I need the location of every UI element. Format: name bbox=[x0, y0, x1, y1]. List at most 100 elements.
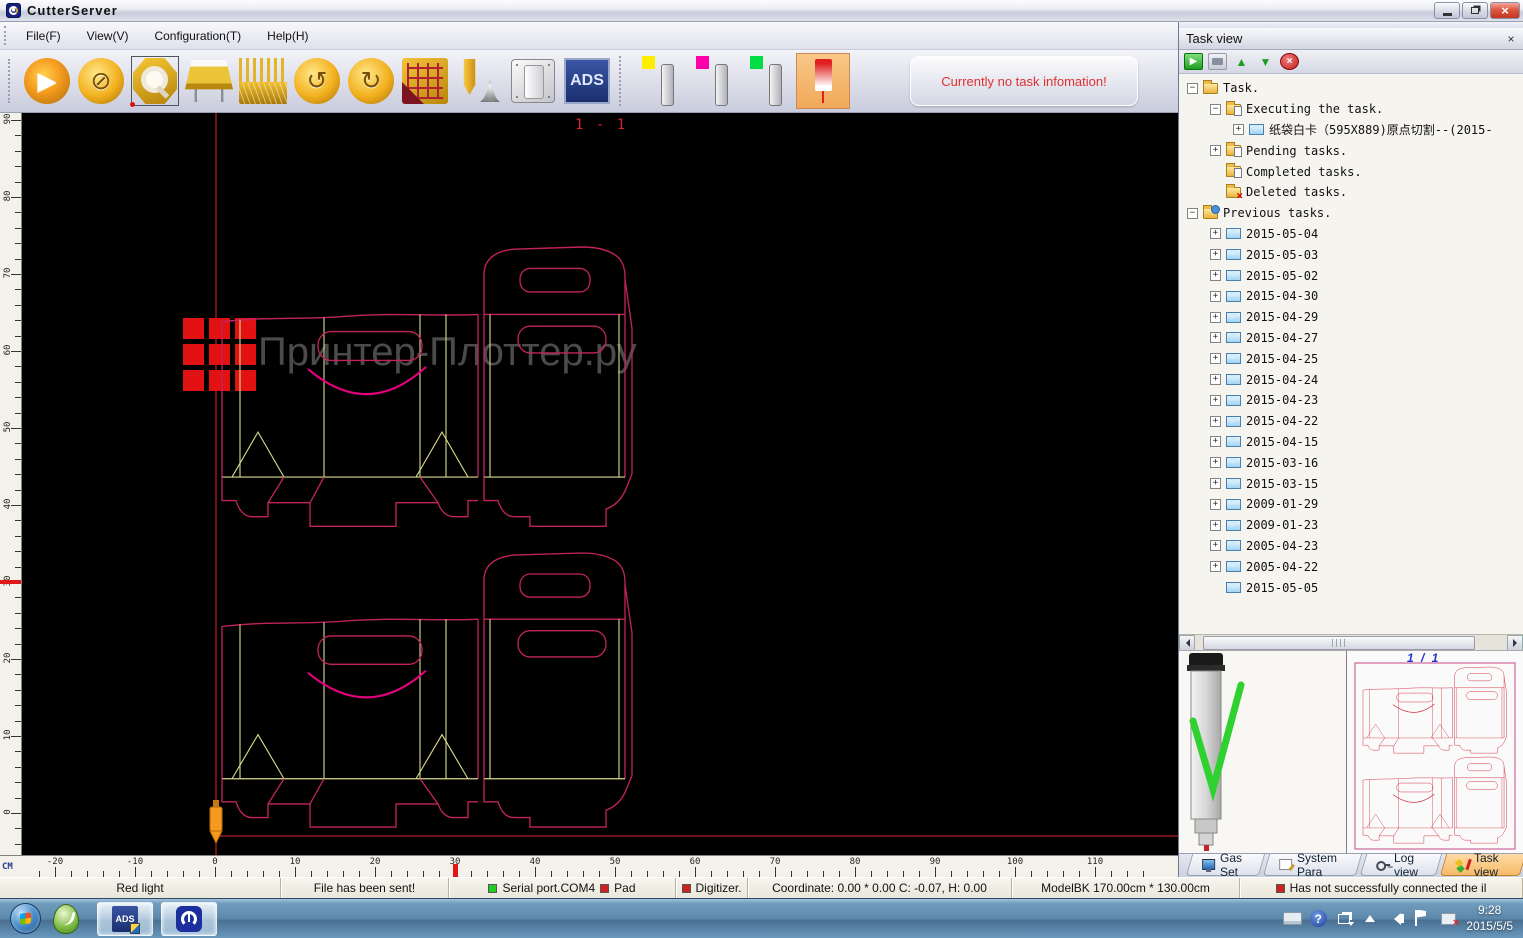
move-up-icon[interactable]: ▲ bbox=[1232, 53, 1251, 70]
menu-help[interactable]: Help(H) bbox=[257, 26, 318, 46]
node-date[interactable]: +2015-04-15 bbox=[1179, 432, 1523, 453]
node-deleted[interactable]: Deleted tasks. bbox=[1179, 182, 1523, 203]
node-previous[interactable]: −Previous tasks. bbox=[1179, 203, 1523, 224]
ruler-label: 50 bbox=[600, 857, 630, 867]
tree-expander-icon[interactable]: + bbox=[1210, 249, 1221, 260]
node-date[interactable]: +2015-04-23 bbox=[1179, 390, 1523, 411]
tree-expander-icon[interactable]: + bbox=[1210, 291, 1221, 302]
tree-expander-icon[interactable]: + bbox=[1210, 561, 1221, 572]
tree-expander-icon[interactable]: + bbox=[1210, 145, 1221, 156]
hidden-icons-arrow-icon[interactable] bbox=[1360, 908, 1380, 930]
tree-expander-icon[interactable]: + bbox=[1210, 228, 1221, 239]
tree-expander-icon[interactable]: + bbox=[1210, 353, 1221, 364]
node-date[interactable]: +2015-04-29 bbox=[1179, 307, 1523, 328]
ads-app-button[interactable]: ADS bbox=[97, 902, 153, 936]
plot-canvas[interactable]: Принтер-Плоттер.ру 1 - 1 bbox=[22, 113, 1178, 855]
start-cut-icon[interactable]: ▶ bbox=[20, 53, 74, 109]
node-date[interactable]: +2015-03-15 bbox=[1179, 473, 1523, 494]
node-date[interactable]: +2015-03-16 bbox=[1179, 452, 1523, 473]
tree-horizontal-scrollbar[interactable] bbox=[1179, 634, 1523, 650]
tab-gas-set[interactable]: Gas Set bbox=[1186, 854, 1265, 876]
zoom-icon[interactable] bbox=[128, 53, 182, 109]
ads-icon[interactable]: ADS bbox=[560, 53, 614, 109]
node-date[interactable]: +2015-05-04 bbox=[1179, 224, 1523, 245]
start-button[interactable] bbox=[10, 903, 41, 934]
node-task[interactable]: −Task. bbox=[1179, 78, 1523, 99]
tree-expander-icon[interactable]: + bbox=[1210, 332, 1221, 343]
ruler-label: 70 bbox=[760, 857, 790, 867]
node-date[interactable]: +2015-04-22 bbox=[1179, 411, 1523, 432]
keyboard-icon[interactable] bbox=[1282, 908, 1302, 930]
scrollbar-thumb[interactable] bbox=[1203, 636, 1475, 650]
cutterserver-app-button[interactable] bbox=[161, 902, 217, 936]
tab-log-view[interactable]: Log view bbox=[1360, 854, 1443, 876]
close-button[interactable]: × bbox=[1490, 2, 1520, 19]
tool-green-icon[interactable] bbox=[742, 53, 796, 109]
tree-expander-icon[interactable]: + bbox=[1210, 270, 1221, 281]
move-down-icon[interactable]: ▼ bbox=[1256, 53, 1275, 70]
laser-pen-icon[interactable] bbox=[796, 53, 850, 109]
tab-system-para[interactable]: System Para bbox=[1263, 854, 1362, 876]
tree-expander-icon[interactable]: + bbox=[1210, 457, 1221, 468]
delete-task-icon[interactable]: × bbox=[1280, 53, 1299, 70]
node-date[interactable]: +2015-04-24 bbox=[1179, 369, 1523, 390]
tree-expander-icon[interactable]: + bbox=[1210, 478, 1221, 489]
node-date[interactable]: +2009-01-23 bbox=[1179, 515, 1523, 536]
tree-expander-icon[interactable]: + bbox=[1210, 520, 1221, 531]
node-date[interactable]: +2015-05-02 bbox=[1179, 265, 1523, 286]
menu-view[interactable]: View(V) bbox=[77, 26, 139, 46]
tree-expander-icon[interactable]: + bbox=[1210, 395, 1221, 406]
node-date[interactable]: 2015-05-05 bbox=[1179, 577, 1523, 598]
run-task-icon[interactable]: ▶ bbox=[1184, 53, 1203, 70]
tree-expander-icon[interactable]: + bbox=[1210, 374, 1221, 385]
tree-expander-icon[interactable]: − bbox=[1210, 104, 1221, 115]
volume-icon[interactable] bbox=[1386, 908, 1406, 930]
print-icon[interactable] bbox=[1208, 53, 1227, 70]
menu-file[interactable]: File(F) bbox=[16, 26, 71, 46]
network-error-icon[interactable] bbox=[1438, 908, 1458, 930]
toolbar-icons: ▶⊘ ↺↻ ADS bbox=[20, 53, 850, 109]
node-date[interactable]: +2005-04-22 bbox=[1179, 556, 1523, 577]
platform-icon[interactable] bbox=[182, 53, 236, 109]
node-completed[interactable]: Completed tasks. bbox=[1179, 161, 1523, 182]
switch-icon[interactable] bbox=[506, 53, 560, 109]
panel-close-icon[interactable]: × bbox=[1503, 31, 1519, 46]
menu-configuration[interactable]: Configuration(T) bbox=[144, 26, 251, 46]
node-current-job[interactable]: +纸袋白卡（595X889)原点切割--(2015- bbox=[1179, 120, 1523, 141]
tree-expander-icon[interactable]: + bbox=[1210, 499, 1221, 510]
tree-expander-icon[interactable]: + bbox=[1210, 540, 1221, 551]
pen-test-icon[interactable] bbox=[452, 53, 506, 109]
tree-expander-icon[interactable]: − bbox=[1187, 208, 1198, 219]
node-pending[interactable]: +Pending tasks. bbox=[1179, 140, 1523, 161]
node-date[interactable]: +2009-01-29 bbox=[1179, 494, 1523, 515]
node-executing[interactable]: −Executing the task. bbox=[1179, 99, 1523, 120]
tree-expander-icon[interactable]: + bbox=[1210, 312, 1221, 323]
node-date[interactable]: +2015-05-03 bbox=[1179, 244, 1523, 265]
scroll-left-icon[interactable] bbox=[1179, 635, 1195, 651]
tree-expander-icon[interactable]: + bbox=[1210, 416, 1221, 427]
help-icon[interactable] bbox=[1308, 908, 1328, 930]
node-date[interactable]: +2015-04-25 bbox=[1179, 348, 1523, 369]
tool-magenta-icon[interactable] bbox=[688, 53, 742, 109]
node-date[interactable]: +2015-04-27 bbox=[1179, 328, 1523, 349]
corel-app-icon[interactable] bbox=[53, 904, 79, 934]
minimize-button[interactable] bbox=[1434, 2, 1460, 19]
window-icon[interactable] bbox=[1334, 908, 1354, 930]
tool-yellow-icon[interactable] bbox=[634, 53, 688, 109]
tree-expander-icon[interactable]: + bbox=[1210, 436, 1221, 447]
tree-expander-icon[interactable]: + bbox=[1233, 124, 1244, 135]
scroll-right-icon[interactable] bbox=[1507, 635, 1523, 651]
tab-task-view[interactable]: Task view bbox=[1440, 854, 1523, 876]
node-date[interactable]: +2005-04-23 bbox=[1179, 536, 1523, 557]
grid-cut-icon[interactable] bbox=[398, 53, 452, 109]
comb-icon[interactable] bbox=[236, 53, 290, 109]
tree-expander-icon[interactable]: − bbox=[1187, 83, 1198, 94]
node-date[interactable]: +2015-04-30 bbox=[1179, 286, 1523, 307]
taskbar-clock[interactable]: 9:28 2015/5/5 bbox=[1466, 903, 1513, 934]
stop-icon[interactable]: ⊘ bbox=[74, 53, 128, 109]
origin-move-icon[interactable]: ↺ bbox=[290, 53, 344, 109]
rotate-z-icon[interactable]: ↻ bbox=[344, 53, 398, 109]
restore-button[interactable] bbox=[1462, 2, 1488, 19]
flag-icon[interactable] bbox=[1412, 908, 1432, 930]
ruler-unit-label: CM bbox=[2, 862, 13, 872]
